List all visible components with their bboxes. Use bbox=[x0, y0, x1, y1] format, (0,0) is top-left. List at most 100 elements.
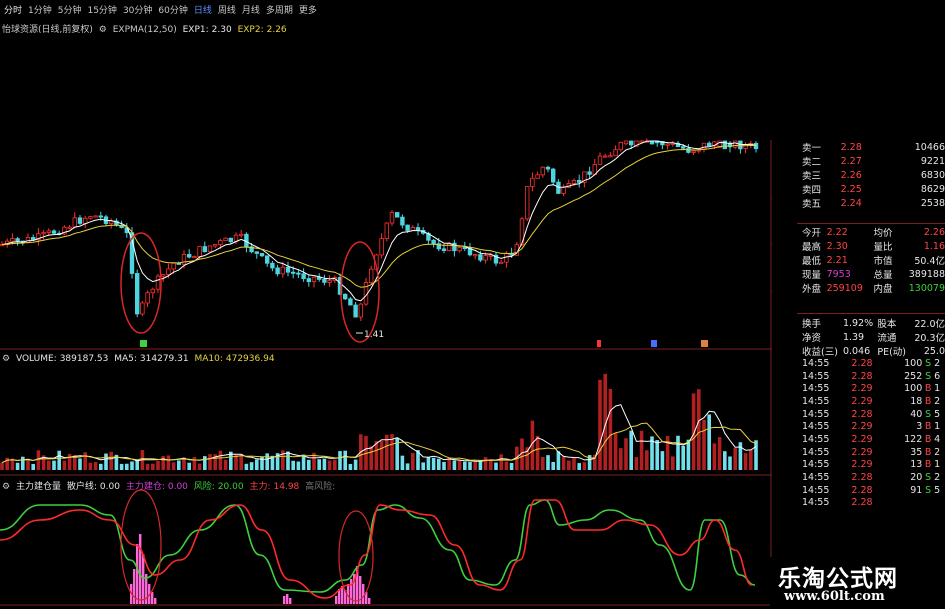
tick-row: 14:55 2.28 20 S 2 bbox=[802, 471, 945, 484]
volume-bar bbox=[187, 462, 191, 470]
tick-volume: 13 bbox=[910, 459, 923, 471]
volume-bar bbox=[707, 414, 711, 470]
order-volume: 10466 bbox=[914, 141, 945, 153]
tick-volume: 91 bbox=[910, 484, 923, 496]
quote-key: 均价 bbox=[873, 228, 893, 239]
volume-bar bbox=[296, 461, 301, 470]
tick-side: B bbox=[924, 383, 932, 395]
candle-body bbox=[410, 227, 415, 231]
volume-bar bbox=[286, 451, 290, 470]
tick-volume: 35 bbox=[910, 446, 923, 458]
accumulation-bar bbox=[286, 594, 289, 604]
volume-bar bbox=[613, 432, 618, 470]
candle-body bbox=[431, 239, 436, 245]
chart-area[interactable]: 2.202.001.801.601.40 1.41 2000010000X100… bbox=[0, 0, 772, 609]
fund-value: 20.3亿 bbox=[914, 333, 945, 344]
volume-bar bbox=[307, 459, 311, 470]
volume-bar bbox=[665, 436, 670, 470]
tick-volume: 122 bbox=[904, 433, 923, 445]
volume-bar bbox=[338, 451, 342, 470]
quote-value: 389188 bbox=[908, 268, 945, 280]
volume-bar bbox=[125, 463, 129, 470]
quote-row: 最低 2.21 市值 50.4亿 bbox=[802, 253, 945, 268]
tick-time: 14:55 bbox=[802, 446, 830, 458]
volume-bar bbox=[483, 457, 488, 470]
fund-key: 流通 bbox=[877, 333, 897, 344]
volume-bar bbox=[749, 449, 753, 470]
candle-body bbox=[83, 217, 88, 224]
candle-body bbox=[462, 247, 467, 250]
order-price: 2.28 bbox=[840, 141, 862, 153]
candle-body bbox=[160, 274, 166, 277]
volume-bar bbox=[327, 460, 332, 470]
accumulation-bar bbox=[154, 598, 157, 604]
tick-side: B bbox=[924, 421, 932, 433]
tick-side: S bbox=[925, 370, 932, 382]
order-row[interactable]: 卖三 2.26 6830 bbox=[802, 168, 945, 183]
volume-bar bbox=[145, 463, 150, 470]
watermark: 乐淘公式网 www.60lt.com bbox=[770, 557, 945, 609]
order-label: 卖四 bbox=[802, 185, 822, 196]
event-marker bbox=[597, 340, 601, 347]
quote-value: 2.22 bbox=[826, 226, 848, 238]
quote-value: 7953 bbox=[826, 268, 851, 280]
order-book: 卖一 2.28 10466 卖二 2.27 9221 卖三 2.26 6830 卖四 2.25 862… bbox=[802, 140, 945, 211]
candle-body bbox=[322, 278, 327, 283]
accumulation-bar bbox=[139, 534, 142, 604]
candle-body bbox=[639, 140, 644, 143]
candle-body bbox=[25, 237, 31, 243]
candle-body bbox=[72, 217, 77, 228]
event-marker bbox=[140, 340, 147, 347]
candle-body bbox=[166, 268, 171, 276]
volume-bar bbox=[88, 462, 93, 470]
candle-body bbox=[629, 140, 634, 146]
candle-body bbox=[342, 293, 348, 300]
candle-body bbox=[275, 267, 280, 275]
candle-body bbox=[394, 212, 400, 218]
volume-bar bbox=[208, 454, 212, 470]
volume-bar bbox=[62, 460, 67, 470]
highlight-circle bbox=[340, 241, 380, 343]
order-row[interactable]: 卖一 2.28 10466 bbox=[802, 140, 945, 155]
volume-bar bbox=[561, 456, 566, 470]
candle-body bbox=[280, 266, 285, 275]
volume-bar bbox=[738, 442, 743, 470]
candle-body bbox=[707, 142, 712, 147]
volume-bar bbox=[109, 451, 113, 470]
volume-bar bbox=[83, 452, 87, 470]
candle-body bbox=[134, 273, 140, 315]
candle-body bbox=[665, 143, 670, 146]
tick-time: 14:55 bbox=[802, 484, 830, 496]
candle-body bbox=[93, 215, 98, 218]
volume-bar bbox=[218, 450, 223, 470]
volume-bar bbox=[463, 461, 467, 470]
candle-body bbox=[88, 216, 93, 219]
fund-row: 收益(三) 0.046 PE(动) 25.0 bbox=[802, 344, 945, 359]
tick-time: 14:55 bbox=[802, 370, 830, 382]
candle-body bbox=[353, 304, 358, 318]
volume-bar bbox=[26, 460, 30, 470]
quote-value: 2.26 bbox=[923, 226, 945, 238]
event-marker bbox=[701, 340, 708, 347]
order-row[interactable]: 卖二 2.27 9221 bbox=[802, 154, 945, 169]
order-row[interactable]: 卖四 2.25 8629 bbox=[802, 182, 945, 197]
candle-body bbox=[597, 155, 603, 165]
volume-bar bbox=[353, 459, 358, 470]
quote-value: 2.21 bbox=[826, 254, 848, 266]
tick-row: 14:55 2.28 bbox=[802, 497, 945, 510]
tick-price: 2.29 bbox=[851, 459, 873, 471]
order-row[interactable]: 卖五 2.24 2538 bbox=[802, 196, 945, 211]
fund-row: 净资 1.39 流通 20.3亿 bbox=[802, 330, 945, 345]
candle-body bbox=[171, 262, 176, 270]
candle-body bbox=[197, 246, 202, 257]
candle-body bbox=[733, 140, 738, 148]
tick-price: 2.29 bbox=[851, 395, 873, 407]
tick-price: 2.29 bbox=[851, 421, 873, 433]
quote-value: 1.16 bbox=[923, 240, 945, 252]
candle-body bbox=[202, 246, 207, 253]
tick-count: 2 bbox=[934, 357, 941, 369]
volume-bar bbox=[468, 461, 472, 470]
volume-bar bbox=[717, 437, 722, 470]
tick-row: 14:55 2.28 91 S 5 bbox=[802, 484, 945, 497]
candle-body bbox=[254, 251, 259, 254]
